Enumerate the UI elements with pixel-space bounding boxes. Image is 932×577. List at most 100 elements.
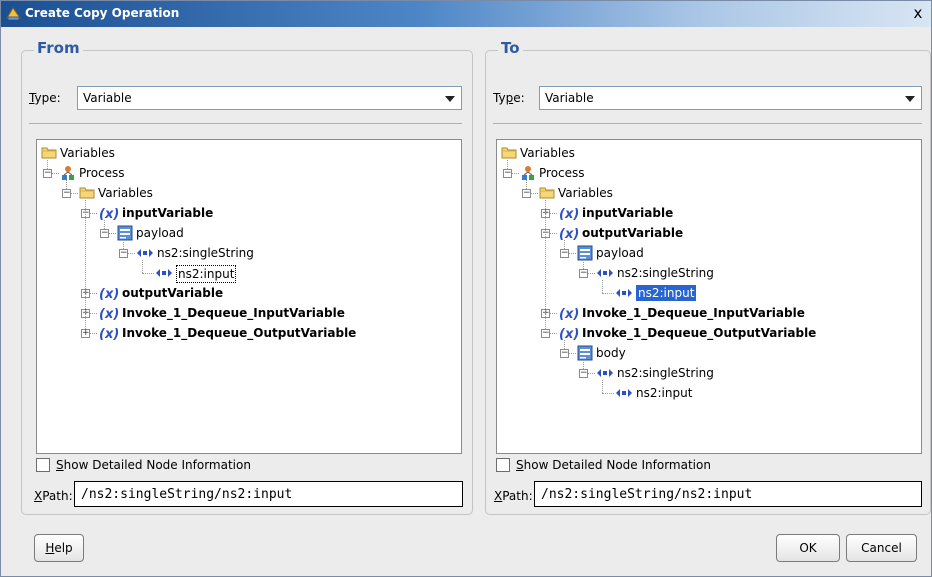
tree-node[interactable]: Process bbox=[520, 164, 880, 182]
collapse-icon[interactable]: − bbox=[503, 169, 512, 178]
tree-node-label: Variables bbox=[520, 146, 575, 160]
variable-icon: (x) bbox=[558, 205, 580, 224]
from-type-select[interactable]: Variable bbox=[77, 86, 462, 110]
to-heading: To bbox=[498, 38, 523, 58]
tree-node[interactable]: Variables bbox=[501, 144, 861, 162]
tree-node-label: inputVariable bbox=[122, 206, 214, 220]
to-type-select[interactable]: Variable bbox=[539, 86, 922, 110]
tree-node-label: outputVariable bbox=[582, 226, 684, 240]
tree-node-label: payload bbox=[596, 246, 644, 260]
svg-text:(x): (x) bbox=[99, 327, 119, 341]
tree-node[interactable]: (x) Invoke_1_Dequeue_OutputVariable bbox=[98, 324, 458, 342]
tree-node[interactable]: payload bbox=[117, 224, 477, 242]
create-copy-operation-dialog: Create Copy Operation x From Type: Varia… bbox=[0, 0, 932, 577]
to-xpath-value: /ns2:singleString/ns2:input bbox=[541, 487, 753, 502]
collapse-icon[interactable]: − bbox=[579, 369, 588, 378]
close-button[interactable]: x bbox=[907, 4, 929, 23]
from-xpath-label: XPath: bbox=[34, 489, 73, 503]
message-part-icon bbox=[117, 225, 133, 244]
collapse-icon[interactable]: − bbox=[541, 329, 550, 338]
tree-node[interactable]: ns2:singleString bbox=[596, 264, 932, 282]
svg-text:(x): (x) bbox=[99, 207, 119, 221]
to-type-label: Type: bbox=[493, 91, 525, 105]
variable-icon: (x) bbox=[558, 225, 580, 244]
tree-node[interactable]: Variables bbox=[79, 184, 439, 202]
folder-icon bbox=[79, 185, 95, 202]
message-part-icon bbox=[577, 345, 593, 364]
collapse-icon[interactable]: − bbox=[522, 189, 531, 198]
tree-node[interactable]: (x) inputVariable bbox=[98, 204, 458, 222]
cancel-button[interactable]: Cancel bbox=[846, 534, 917, 562]
checkbox-box[interactable] bbox=[496, 458, 510, 472]
tree-node[interactable]: (x) Invoke_1_Dequeue_InputVariable bbox=[558, 304, 918, 322]
tree-connector bbox=[142, 260, 143, 273]
tree-node[interactable]: (x) Invoke_1_Dequeue_InputVariable bbox=[98, 304, 458, 322]
variable-icon: (x) bbox=[98, 285, 120, 304]
process-icon bbox=[520, 165, 536, 184]
from-show-details-label: Show Detailed Node Information bbox=[56, 458, 251, 472]
svg-text:(x): (x) bbox=[99, 287, 119, 301]
tree-node[interactable]: ns2:input bbox=[615, 284, 932, 302]
tree-node[interactable]: Variables bbox=[539, 184, 899, 202]
tree-node-label: Variables bbox=[98, 186, 153, 200]
to-variable-tree[interactable]: Variables − Process − Variables + (x) inputVari… bbox=[496, 139, 922, 454]
tree-node[interactable]: Process bbox=[60, 164, 420, 182]
tree-node[interactable]: (x) outputVariable bbox=[98, 284, 458, 302]
from-divider bbox=[29, 123, 462, 124]
element-icon bbox=[596, 267, 614, 282]
process-icon bbox=[60, 165, 76, 184]
tree-node-label: Invoke_1_Dequeue_InputVariable bbox=[122, 306, 345, 320]
to-show-details-label: Show Detailed Node Information bbox=[516, 458, 711, 472]
tree-node[interactable]: (x) inputVariable bbox=[558, 204, 918, 222]
tree-node-label: ns2:input bbox=[636, 386, 693, 400]
tree-node[interactable]: (x) outputVariable bbox=[558, 224, 918, 242]
tree-node-label: ns2:singleString bbox=[617, 366, 714, 380]
tree-node-label: Variables bbox=[558, 186, 613, 200]
collapse-icon[interactable]: − bbox=[560, 349, 569, 358]
from-xpath-field[interactable]: /ns2:singleString/ns2:input bbox=[74, 481, 463, 507]
tree-node-label: Variables bbox=[60, 146, 115, 160]
tree-node-label: ns2:input bbox=[176, 265, 237, 283]
tree-node[interactable]: payload bbox=[577, 244, 932, 262]
copy-operation-icon bbox=[6, 7, 21, 21]
collapse-icon[interactable]: − bbox=[560, 249, 569, 258]
folder-icon bbox=[501, 145, 517, 162]
help-button[interactable]: Help bbox=[34, 534, 84, 562]
svg-text:(x): (x) bbox=[559, 227, 579, 241]
element-icon bbox=[615, 387, 633, 402]
tree-node[interactable]: body bbox=[577, 344, 932, 362]
expand-icon[interactable]: + bbox=[81, 329, 90, 338]
to-xpath-label: XPath: bbox=[494, 489, 533, 503]
tree-node[interactable]: (x) Invoke_1_Dequeue_OutputVariable bbox=[558, 324, 918, 342]
tree-node[interactable]: ns2:input bbox=[155, 264, 515, 283]
tree-node-label: body bbox=[596, 346, 626, 360]
tree-node[interactable]: ns2:input bbox=[615, 384, 932, 402]
element-icon bbox=[155, 267, 173, 282]
tree-node-label: Invoke_1_Dequeue_OutputVariable bbox=[582, 326, 817, 340]
tree-node-label: Process bbox=[539, 166, 585, 180]
tree-node-label: ns2:input bbox=[636, 285, 697, 301]
tree-node[interactable]: Variables bbox=[41, 144, 401, 162]
svg-text:(x): (x) bbox=[559, 327, 579, 341]
from-variable-tree[interactable]: Variables − Process − Variables − (x) inputVari… bbox=[36, 139, 462, 454]
collapse-icon[interactable]: − bbox=[62, 189, 71, 198]
from-xpath-value: /ns2:singleString/ns2:input bbox=[81, 487, 293, 502]
to-panel: To Type: Variable Variables − Process − Vari… bbox=[485, 38, 931, 515]
dialog-title: Create Copy Operation bbox=[25, 6, 180, 20]
tree-node-label: payload bbox=[136, 226, 184, 240]
ok-button[interactable]: OK bbox=[776, 534, 840, 562]
collapse-icon[interactable]: − bbox=[100, 229, 109, 238]
tree-node-label: outputVariable bbox=[122, 286, 224, 300]
tree-node[interactable]: ns2:singleString bbox=[136, 244, 496, 262]
tree-connector bbox=[602, 280, 603, 293]
from-heading: From bbox=[34, 38, 83, 58]
checkbox-box[interactable] bbox=[36, 458, 50, 472]
collapse-icon[interactable]: − bbox=[119, 249, 128, 258]
to-xpath-field[interactable]: /ns2:singleString/ns2:input bbox=[534, 481, 922, 507]
title-bar[interactable]: Create Copy Operation x bbox=[1, 1, 931, 27]
tree-node-label: Process bbox=[79, 166, 125, 180]
collapse-icon[interactable]: − bbox=[579, 269, 588, 278]
collapse-icon[interactable]: − bbox=[43, 169, 52, 178]
from-type-value: Variable bbox=[83, 91, 132, 105]
tree-node[interactable]: ns2:singleString bbox=[596, 364, 932, 382]
